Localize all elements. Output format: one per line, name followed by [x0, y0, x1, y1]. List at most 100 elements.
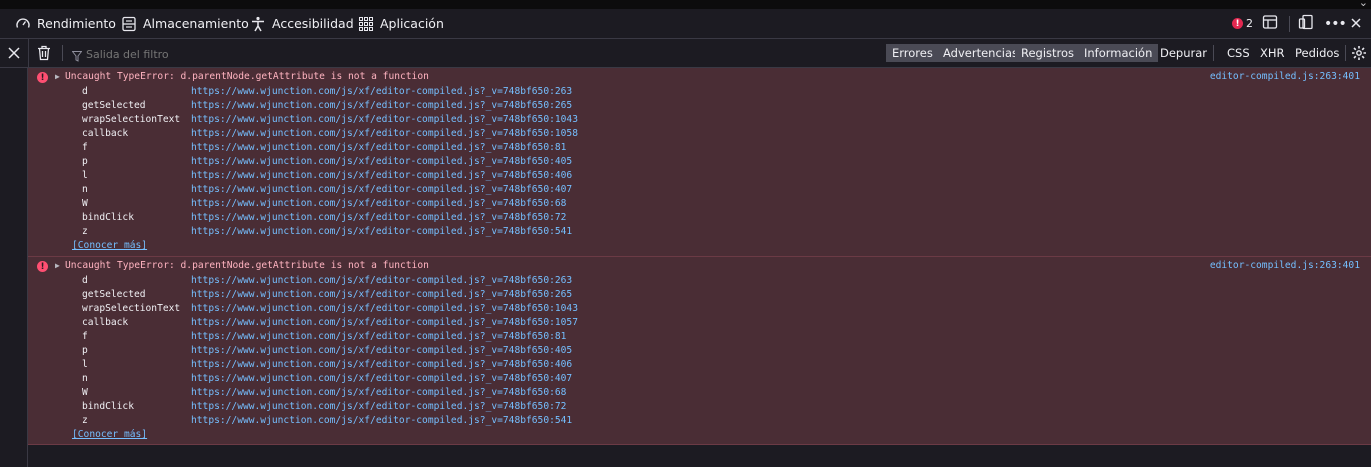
- stack-frame-url[interactable]: https://www.wjunction.com/js/xf/editor-c…: [191, 316, 578, 330]
- error-message-text: Uncaught TypeError: d.parentNode.getAttr…: [65, 260, 429, 271]
- console-toolbar: Errores Advertencias Registros Informaci…: [0, 39, 1371, 68]
- stack-frame-url[interactable]: https://www.wjunction.com/js/xf/editor-c…: [191, 183, 572, 197]
- learn-more-link[interactable]: [Conocer más]: [72, 429, 147, 440]
- stack-frame-url[interactable]: https://www.wjunction.com/js/xf/editor-c…: [191, 302, 578, 316]
- stack-frame-url[interactable]: https://www.wjunction.com/js/xf/editor-c…: [191, 99, 572, 113]
- stack-frame-function: p: [82, 345, 88, 356]
- stack-frame-url[interactable]: https://www.wjunction.com/js/xf/editor-c…: [191, 330, 566, 344]
- stack-frame-function: callback: [82, 317, 129, 328]
- filter-advertencias[interactable]: Advertencias: [937, 44, 1025, 62]
- filter-pedidos[interactable]: Pedidos: [1289, 44, 1345, 62]
- source-link[interactable]: editor-compiled.js:263:401: [1210, 71, 1360, 82]
- stack-frame-url[interactable]: https://www.wjunction.com/js/xf/editor-c…: [191, 197, 566, 211]
- stack-frame-url[interactable]: https://www.wjunction.com/js/xf/editor-c…: [191, 358, 572, 372]
- filter-label: CSS: [1227, 46, 1250, 60]
- stack-frame-function: z: [82, 415, 88, 426]
- error-message-text: Uncaught TypeError: d.parentNode.getAttr…: [65, 71, 429, 82]
- console-input-area[interactable]: [28, 445, 1371, 467]
- stack-frame-url[interactable]: https://www.wjunction.com/js/xf/editor-c…: [191, 155, 572, 169]
- more-options-button[interactable]: •••: [1324, 9, 1347, 38]
- filter-registros[interactable]: Registros: [1015, 44, 1081, 62]
- storage-icon: [121, 16, 137, 32]
- stack-frame-url[interactable]: https://www.wjunction.com/js/xf/editor-c…: [191, 400, 566, 414]
- filter-label: Advertencias: [943, 46, 1019, 60]
- close-devtools-button[interactable]: [1350, 9, 1362, 38]
- error-count: 2: [1246, 17, 1253, 30]
- divider: [62, 45, 63, 61]
- learn-more-link[interactable]: [Conocer más]: [72, 240, 147, 251]
- console-error-message[interactable]: ! ▶ Uncaught TypeError: d.parentNode.getAt…: [28, 68, 1371, 257]
- stack-frame-function: d: [82, 275, 88, 286]
- source-link[interactable]: editor-compiled.js:263:401: [1210, 260, 1360, 271]
- expand-triangle-icon[interactable]: ▶: [55, 72, 60, 81]
- stack-frame-url[interactable]: https://www.wjunction.com/js/xf/editor-c…: [191, 85, 572, 99]
- stack-frame-function: d: [82, 86, 88, 97]
- console-error-message[interactable]: ! ▶ Uncaught TypeError: d.parentNode.getAt…: [28, 257, 1371, 445]
- error-icon: !: [37, 261, 48, 272]
- filter-depurar[interactable]: Depurar: [1154, 44, 1213, 62]
- stack-frame-url[interactable]: https://www.wjunction.com/js/xf/editor-c…: [191, 274, 572, 288]
- filter-input[interactable]: [84, 44, 488, 64]
- filter-errores[interactable]: Errores: [886, 44, 939, 62]
- divider: [1289, 16, 1290, 32]
- app-grid-icon: [358, 16, 374, 32]
- chevron-down-icon[interactable]: ⌄: [1359, 0, 1368, 9]
- clear-console-icon[interactable]: [37, 45, 51, 65]
- tab-label: Almacenamiento: [143, 16, 249, 31]
- stack-frame-url[interactable]: https://www.wjunction.com/js/xf/editor-c…: [191, 414, 572, 428]
- stack-frame-function: f: [82, 142, 88, 153]
- split-console-button[interactable]: [1262, 9, 1278, 38]
- stack-frame-url[interactable]: https://www.wjunction.com/js/xf/editor-c…: [191, 344, 572, 358]
- stack-frame-function: l: [82, 170, 88, 181]
- stack-frame-function: getSelected: [82, 289, 146, 300]
- stack-frame-function: callback: [82, 128, 129, 139]
- error-count-badge[interactable]: ! 2: [1232, 9, 1253, 38]
- stack-frame-url[interactable]: https://www.wjunction.com/js/xf/editor-c…: [191, 113, 578, 127]
- filter-icon: [71, 47, 83, 66]
- filter-xhr[interactable]: XHR: [1254, 44, 1291, 62]
- tab-rendimiento[interactable]: Rendimiento: [15, 9, 116, 38]
- close-icon: [1350, 14, 1362, 33]
- tab-almacenamiento[interactable]: Almacenamiento: [121, 9, 249, 38]
- stack-frame-url[interactable]: https://www.wjunction.com/js/xf/editor-c…: [191, 211, 566, 225]
- expand-triangle-icon[interactable]: ▶: [55, 261, 60, 270]
- stack-frame-function: n: [82, 184, 88, 195]
- tab-accesibilidad[interactable]: Accesibilidad: [250, 9, 354, 38]
- stack-frame-function: l: [82, 359, 88, 370]
- divider: [1213, 45, 1214, 61]
- stack-frame-function: p: [82, 156, 88, 167]
- stack-frame-function: bindClick: [82, 401, 134, 412]
- stack-frame-url[interactable]: https://www.wjunction.com/js/xf/editor-c…: [191, 127, 578, 141]
- filter-label: Pedidos: [1295, 46, 1340, 60]
- filter-label: Registros: [1021, 46, 1075, 60]
- tab-aplicacion[interactable]: Aplicación: [358, 9, 444, 38]
- filter-label: Depurar: [1160, 46, 1208, 60]
- error-icon: !: [37, 72, 48, 83]
- close-split-button[interactable]: [0, 39, 29, 67]
- filter-css[interactable]: CSS: [1221, 44, 1256, 62]
- more-dots-icon: •••: [1324, 15, 1347, 32]
- stack-frame-url[interactable]: https://www.wjunction.com/js/xf/editor-c…: [191, 225, 572, 239]
- stack-frame-function: n: [82, 373, 88, 384]
- settings-gear-icon[interactable]: [1351, 45, 1367, 65]
- filter-informacion[interactable]: Información: [1078, 44, 1159, 62]
- tab-label: Accesibilidad: [272, 16, 354, 31]
- stack-frame-url[interactable]: https://www.wjunction.com/js/xf/editor-c…: [191, 386, 566, 400]
- responsive-mode-icon: [1298, 14, 1314, 34]
- stack-frame-function: z: [82, 226, 88, 237]
- divider: [1345, 45, 1346, 61]
- stack-frame-url[interactable]: https://www.wjunction.com/js/xf/editor-c…: [191, 372, 572, 386]
- stack-frame-url[interactable]: https://www.wjunction.com/js/xf/editor-c…: [191, 288, 572, 302]
- stack-frame-url[interactable]: https://www.wjunction.com/js/xf/editor-c…: [191, 169, 572, 183]
- stack-frame-function: f: [82, 331, 88, 342]
- filter-label: Errores: [892, 46, 933, 60]
- filter-label: Información: [1084, 46, 1153, 60]
- stack-frame-function: wrapSelectionText: [82, 114, 181, 125]
- close-icon: [8, 44, 20, 63]
- stack-frame-function: wrapSelectionText: [82, 303, 181, 314]
- window-top-strip: ⌄: [0, 0, 1371, 9]
- gauge-icon: [15, 16, 31, 32]
- responsive-mode-button[interactable]: [1298, 9, 1314, 38]
- error-icon: !: [1232, 18, 1243, 29]
- stack-frame-url[interactable]: https://www.wjunction.com/js/xf/editor-c…: [191, 141, 566, 155]
